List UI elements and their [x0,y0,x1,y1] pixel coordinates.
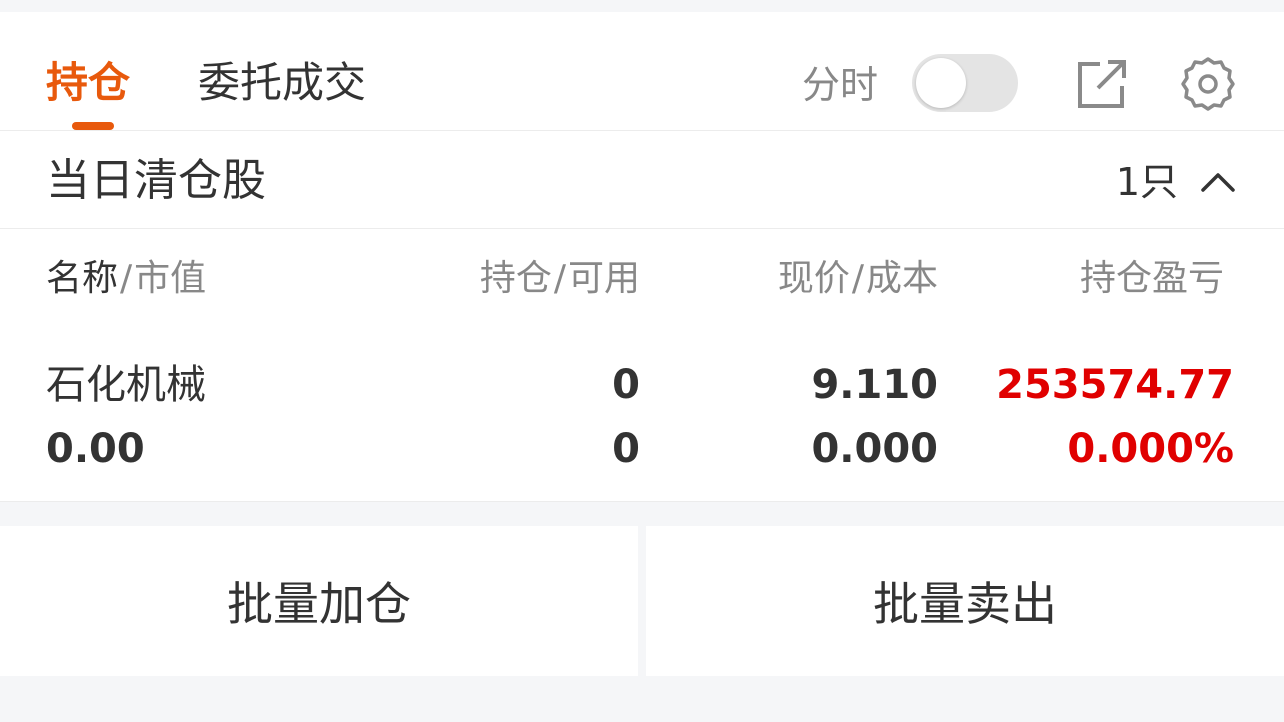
holding-pnl-percent: 0.000% [1067,426,1234,472]
holdings-table: 名称/市值 持仓/可用 现价/成本 持仓盈亏 石化机械 0.00 0 0 9.1… [0,229,1284,502]
stock-name: 石化机械 [46,362,206,408]
batch-add-label: 批量加仓 [227,577,411,631]
header-market-value: 市值 [134,258,207,299]
header-separator: / [553,258,566,299]
available-qty: 0 [612,426,640,472]
batch-add-button[interactable]: 批量加仓 [0,526,638,676]
column-header-holdings: 持仓/可用 [480,253,640,305]
active-tab-indicator [72,122,114,130]
cost-price: 0.000 [811,426,938,472]
batch-sell-label: 批量卖出 [873,577,1057,631]
header-separator: / [120,258,133,299]
top-spacer [0,0,1284,12]
holding-pnl: 253574.77 [996,362,1234,408]
header-cost: 成本 [865,258,938,299]
header-tabs-bar: 持仓 委托成交 分时 [0,12,1284,131]
timeshare-label: 分时 [802,63,879,107]
timeshare-toggle[interactable] [912,54,1018,112]
batch-sell-button[interactable]: 批量卖出 [646,526,1284,676]
button-spacer [0,502,1284,526]
market-value: 0.00 [46,426,145,472]
tab-holdings[interactable]: 持仓 [46,52,130,114]
column-header-name: 名称/市值 [46,253,206,305]
external-link-icon[interactable] [1074,56,1130,112]
section-count: 1只 [1115,160,1178,204]
header-price: 现价 [777,258,850,299]
section-title: 当日清仓股 [46,155,266,206]
header-separator: / [851,258,864,299]
column-header-pnl: 持仓盈亏 [1080,258,1225,299]
chevron-up-icon[interactable] [1198,162,1238,202]
toggle-knob [916,58,966,108]
header-name: 名称 [46,258,119,299]
current-price: 9.110 [811,362,938,408]
holdings-page: 持仓 委托成交 分时 当日清仓股 1只 名称/市值 持仓/可用 现价/成本 持仓… [0,0,1284,722]
tab-orders[interactable]: 委托成交 [198,52,366,114]
action-bar: 批量加仓 批量卖出 [0,526,1284,676]
cleared-stocks-section-header[interactable]: 当日清仓股 1只 [0,131,1284,229]
column-header-price: 现价/成本 [778,253,938,305]
header-available: 可用 [567,258,640,299]
holdings-qty: 0 [612,362,640,408]
header-holdings: 持仓 [479,258,552,299]
gear-icon[interactable] [1180,56,1236,112]
